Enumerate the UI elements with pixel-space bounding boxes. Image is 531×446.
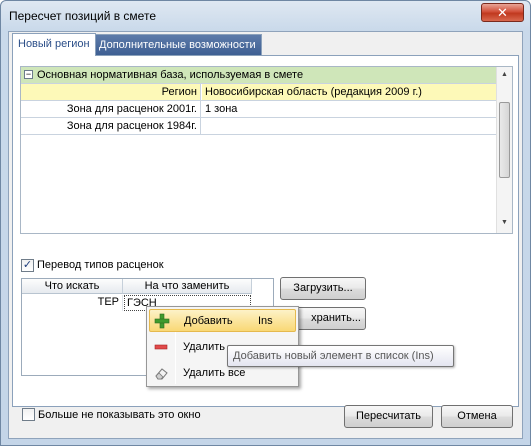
recalculate-button[interactable]: Пересчитать bbox=[344, 405, 433, 428]
eraser-icon bbox=[155, 368, 168, 380]
property-label: Регион bbox=[21, 84, 201, 100]
property-label: Зона для расценок 1984г. bbox=[21, 118, 201, 134]
price-type-conversion-checkbox[interactable]: ✓ bbox=[21, 259, 34, 272]
menu-item-label: Удалить bbox=[183, 341, 225, 353]
property-row-region[interactable]: Регион Новосибирская область (редакция 2… bbox=[21, 84, 497, 101]
property-value[interactable]: 1 зона bbox=[202, 101, 497, 117]
checkmark-icon: ✓ bbox=[22, 259, 33, 271]
collapse-icon[interactable]: − bbox=[24, 70, 33, 79]
property-row-zone-1984[interactable]: Зона для расценок 1984г. bbox=[21, 118, 497, 135]
table-cell-find[interactable]: ТЕР bbox=[22, 295, 123, 311]
scroll-up-icon[interactable]: ▲ bbox=[501, 71, 508, 78]
scrollbar-thumb[interactable] bbox=[499, 102, 510, 178]
tooltip: Добавить новый элемент в список (Ins) bbox=[227, 345, 454, 367]
property-label: Зона для расценок 2001г. bbox=[21, 101, 201, 117]
title-bar[interactable]: Пересчет позиций в смете ✕ bbox=[1, 1, 530, 29]
menu-item-label: Добавить bbox=[184, 315, 233, 327]
tab-new-region[interactable]: Новый регион bbox=[12, 33, 96, 56]
property-value[interactable]: Новосибирская область (редакция 2009 г.) bbox=[202, 84, 497, 100]
cancel-button[interactable]: Отмена bbox=[441, 405, 513, 428]
property-group-label: Основная нормативная база, используемая … bbox=[37, 69, 304, 81]
column-header-replace[interactable]: На что заменить bbox=[123, 279, 252, 294]
window-title: Пересчет позиций в смете bbox=[9, 9, 156, 23]
price-type-conversion-label[interactable]: Перевод типов расценок bbox=[37, 259, 164, 271]
scroll-down-icon[interactable]: ▼ bbox=[501, 219, 508, 226]
menu-item-shortcut: Ins bbox=[258, 315, 273, 327]
close-button[interactable]: ✕ bbox=[481, 3, 524, 22]
menu-item-label: Удалить все bbox=[183, 367, 246, 379]
minus-icon bbox=[154, 344, 168, 350]
load-button[interactable]: Загрузить... bbox=[280, 277, 366, 300]
dont-show-again-label[interactable]: Больше не показывать это окно bbox=[38, 409, 201, 421]
property-value[interactable] bbox=[202, 118, 497, 134]
tab-additional-options[interactable]: Дополнительные возможности bbox=[93, 34, 262, 55]
property-row-zone-2001[interactable]: Зона для расценок 2001г. 1 зона bbox=[21, 101, 497, 118]
column-header-find[interactable]: Что искать bbox=[22, 279, 123, 294]
close-icon: ✕ bbox=[497, 5, 508, 20]
plus-icon bbox=[154, 313, 170, 329]
property-grid-scrollbar[interactable]: ▲ ▼ bbox=[496, 67, 512, 233]
dont-show-again-checkbox[interactable] bbox=[22, 408, 35, 421]
property-grid: − Основная нормативная база, используема… bbox=[20, 66, 513, 234]
property-group-header[interactable]: − Основная нормативная база, используема… bbox=[21, 67, 497, 84]
menu-item-add[interactable]: Добавить Ins bbox=[149, 309, 296, 332]
